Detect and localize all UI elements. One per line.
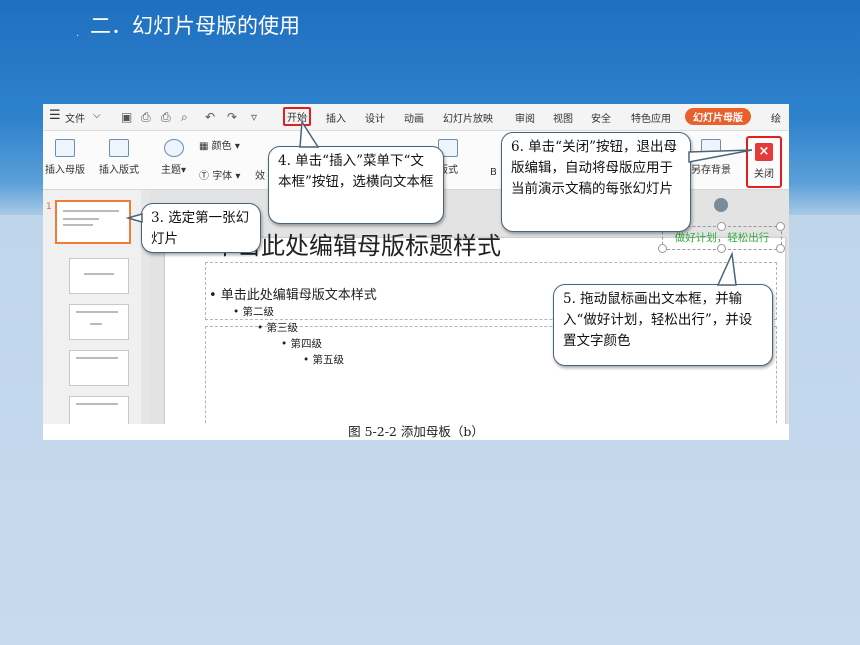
font-icon: Ⓣ <box>199 171 209 182</box>
tab-start[interactable]: 开始 <box>283 107 311 126</box>
effect-button[interactable]: 效 <box>255 167 265 182</box>
tab-insert[interactable]: 插入 <box>326 110 346 125</box>
slide-thumbnail-panel: 1 <box>43 190 142 440</box>
insert-master-label: 插入母版 <box>45 165 85 176</box>
resize-handle[interactable] <box>776 244 785 253</box>
theme-label: 主题 <box>161 165 181 176</box>
level-5-text: • 第五级 <box>303 354 345 366</box>
font-label: 字体 <box>212 171 233 182</box>
ribbon-tab-bar: ☰ 文件 ⌵ ▣ ⎙ ⎙ ⌕ ↶ ↷ ▿ 开始 插入 设计 动画 幻灯片放映 审… <box>43 104 789 131</box>
customize-icon[interactable]: ▿ <box>251 110 257 124</box>
thumbnail-layout-2[interactable] <box>69 304 129 340</box>
tab-features[interactable]: 特色应用 <box>631 110 671 125</box>
redo-icon[interactable]: ↷ <box>227 110 237 124</box>
resize-handle[interactable] <box>717 222 726 231</box>
export-icon[interactable]: ⎙ <box>141 110 151 125</box>
print-icon[interactable]: ⎙ <box>161 110 171 125</box>
color-label: 颜色 <box>211 141 232 152</box>
save-background-button[interactable]: 另存背景 <box>691 139 731 176</box>
rotate-handle-icon[interactable] <box>714 198 728 212</box>
resize-handle[interactable] <box>658 244 667 253</box>
save-icon[interactable]: ▣ <box>121 110 132 124</box>
insert-layout-label: 插入版式 <box>99 165 139 176</box>
tab-review[interactable]: 审阅 <box>515 110 535 125</box>
preview-icon[interactable]: ⌕ <box>181 110 188 125</box>
insert-layout-button[interactable]: 插入版式 <box>99 139 139 176</box>
theme-button[interactable]: 主题▾ <box>161 139 186 176</box>
tab-slide-master[interactable]: 幻灯片母版 <box>685 108 751 125</box>
background-button[interactable]: B <box>490 167 497 178</box>
file-menu[interactable]: 文件 <box>65 110 85 125</box>
chevron-down-icon[interactable]: ⌵ <box>93 110 101 121</box>
slide-title: 二．幻灯片母版的使用 <box>90 14 300 38</box>
insert-master-icon <box>55 139 75 157</box>
figure-caption: 图 5-2-2 添加母板（b） <box>43 424 789 440</box>
callout-step-4: 4. 单击“插入”菜单下“文本框”按钮，选横向文本框 <box>268 146 444 224</box>
tab-design[interactable]: 设计 <box>365 110 385 125</box>
undo-icon[interactable]: ↶ <box>205 110 215 124</box>
color-button[interactable]: ▦ 颜色 ▾ <box>199 137 240 152</box>
callout-step-5: 5. 拖动鼠标画出文本框，并输入“做好计划，轻松出行”，并设置文字颜色 <box>553 284 773 366</box>
effect-label: 效 <box>255 171 265 182</box>
tab-slideshow[interactable]: 幻灯片放映 <box>443 110 493 125</box>
menu-icon[interactable]: ☰ <box>49 108 61 123</box>
bullet-dot: . <box>76 28 80 39</box>
background-label: B <box>490 167 497 178</box>
level-2-text: • 第二级 <box>233 306 275 318</box>
color-grid-icon: ▦ <box>199 141 209 152</box>
tab-view[interactable]: 视图 <box>553 110 573 125</box>
thumbnail-master[interactable] <box>55 200 131 244</box>
thumbnail-layout-3[interactable] <box>69 350 129 386</box>
tab-security[interactable]: 安全 <box>591 110 611 125</box>
resize-handle[interactable] <box>776 222 785 231</box>
insert-layout-icon <box>109 139 129 157</box>
callout-step-3: 3. 选定第一张幻灯片 <box>141 203 261 253</box>
master-body-text: • 单击此处编辑母版文本样式 <box>209 288 377 303</box>
insert-master-button[interactable]: 插入母版 <box>45 139 85 176</box>
save-background-label: 另存背景 <box>691 165 731 176</box>
level-4-text: • 第四级 <box>281 338 323 350</box>
callout-step-6: 6. 单击“关闭”按钮，退出母版编辑，自动将母版应用于当前演示文稿的每张幻灯片 <box>501 132 691 232</box>
palette-icon <box>163 139 184 157</box>
tab-animation[interactable]: 动画 <box>404 110 424 125</box>
close-master-button[interactable]: × 关闭 <box>746 136 782 188</box>
tab-more[interactable]: 绘 <box>771 110 781 125</box>
thumbnail-layout-1[interactable] <box>69 258 129 294</box>
thumbnail-number: 1 <box>46 202 52 212</box>
save-background-icon <box>701 139 721 157</box>
level-3-text: • 第三级 <box>257 322 299 334</box>
close-icon: × <box>755 143 773 161</box>
resize-handle[interactable] <box>717 244 726 253</box>
close-label: 关闭 <box>754 169 774 180</box>
font-button[interactable]: Ⓣ 字体 ▾ <box>199 167 240 182</box>
